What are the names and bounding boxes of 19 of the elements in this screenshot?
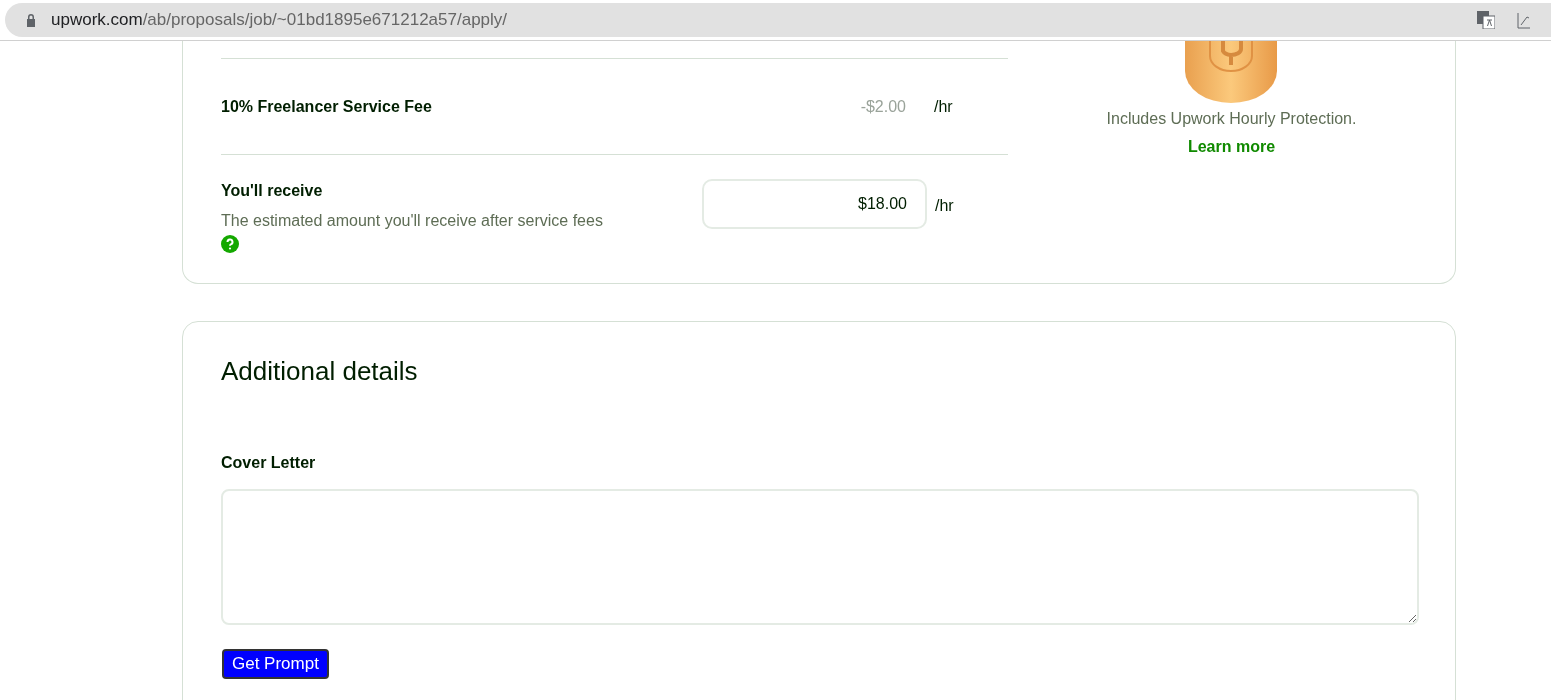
protection-text: Includes Upwork Hourly Protection.	[1106, 109, 1357, 129]
cover-letter-field[interactable]	[221, 489, 1419, 625]
fee-amount: -$2.00	[860, 96, 906, 117]
get-prompt-button[interactable]: Get Prompt	[222, 649, 329, 679]
receive-description: The estimated amount you'll receive after service fees	[221, 211, 604, 231]
receive-unit: /hr	[935, 196, 954, 216]
address-bar[interactable]: upwork.com/ab/proposals/job/~01bd1895e671212a57/apply/	[5, 3, 1551, 37]
lock-icon	[25, 13, 37, 27]
receive-field[interactable]: $18.00	[702, 179, 927, 229]
help-icon[interactable]	[221, 235, 239, 253]
url-text: upwork.com/ab/proposals/job/~01bd1895e671212a57/apply/	[51, 9, 508, 32]
receive-label: You'll receive	[221, 181, 324, 201]
translate-icon[interactable]	[1477, 11, 1495, 29]
section-title: Additional details	[221, 355, 418, 388]
cover-letter-label: Cover Letter	[221, 453, 316, 473]
learn-more-link[interactable]: Learn more	[1187, 135, 1276, 159]
fee-label: 10% Freelancer Service Fee	[221, 96, 433, 117]
fee-unit: /hr	[934, 96, 954, 117]
coin-icon	[1185, 41, 1277, 104]
